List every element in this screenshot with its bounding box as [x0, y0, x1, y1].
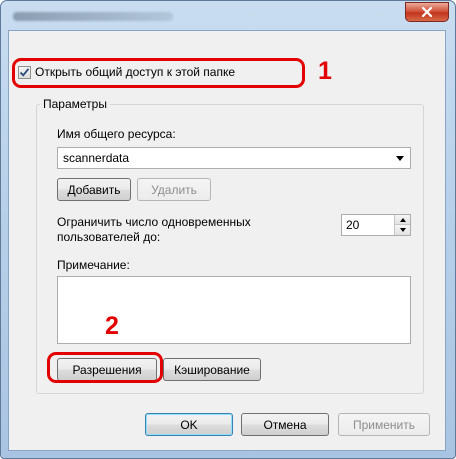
- highlight-box-2: [47, 352, 163, 383]
- callout-number-2: 2: [105, 312, 119, 340]
- share-name-value: scannerdata: [63, 151, 130, 165]
- ok-button[interactable]: OK: [145, 413, 233, 436]
- dropdown-arrow-icon[interactable]: [396, 156, 404, 161]
- limit-label-line2: пользователей до:: [57, 230, 161, 244]
- caching-button[interactable]: Кэширование: [163, 358, 261, 381]
- close-icon: [421, 6, 433, 18]
- spinner-buttons: [394, 215, 410, 235]
- share-name-label: Имя общего ресурса:: [57, 127, 176, 141]
- user-limit-spinner[interactable]: 20: [341, 214, 411, 236]
- apply-button[interactable]: Применить: [338, 413, 430, 436]
- highlight-box-1: [12, 58, 305, 88]
- callout-number-1: 1: [318, 57, 332, 85]
- spinner-down-button[interactable]: [395, 225, 410, 235]
- parameters-group-label: Параметры: [40, 97, 110, 111]
- add-button[interactable]: Добавить: [57, 178, 131, 201]
- arrow-down-icon: [399, 228, 406, 232]
- title-bar: [1, 1, 455, 31]
- arrow-up-icon: [399, 217, 406, 222]
- user-limit-value[interactable]: 20: [346, 218, 359, 232]
- share-name-combobox[interactable]: scannerdata: [57, 147, 411, 169]
- blurred-title: [13, 12, 173, 21]
- remove-button[interactable]: Удалить: [137, 178, 211, 201]
- comment-label: Примечание:: [57, 258, 130, 272]
- cancel-button[interactable]: Отмена: [241, 413, 329, 436]
- limit-label-line1: Ограничить число одновременных: [57, 215, 251, 229]
- spinner-up-button[interactable]: [395, 215, 410, 225]
- close-button[interactable]: [405, 2, 449, 22]
